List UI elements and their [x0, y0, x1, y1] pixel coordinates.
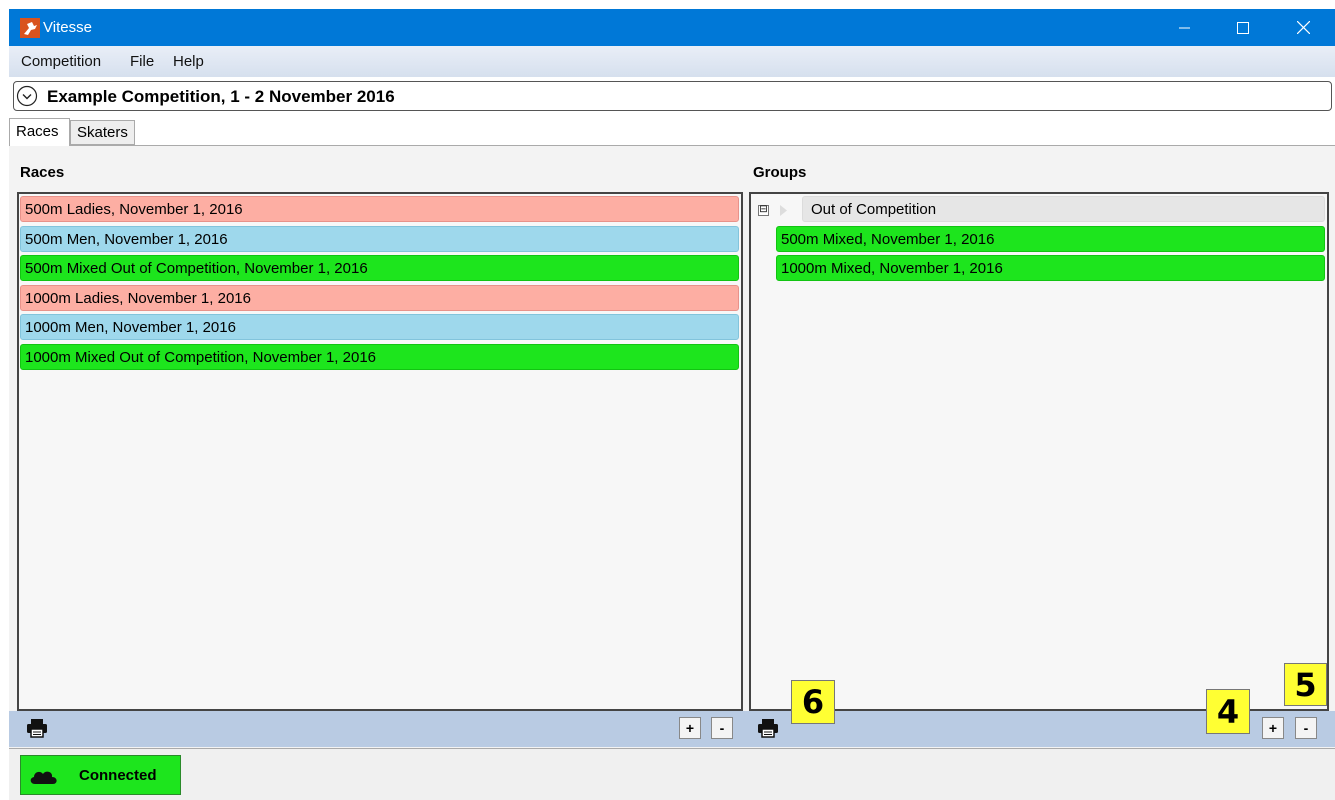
group-header[interactable]: Out of Competition — [802, 196, 1325, 222]
title-bar: Vitesse — [9, 9, 1335, 46]
connection-status[interactable]: Connected — [20, 755, 181, 795]
collapse-toggle[interactable]: ⊟ — [758, 205, 769, 216]
tab-races[interactable]: Races — [9, 118, 70, 146]
race-item[interactable]: 1000m Men, November 1, 2016 — [20, 314, 739, 340]
close-icon — [1296, 21, 1310, 34]
race-item[interactable]: 500m Mixed Out of Competition, November … — [20, 255, 739, 281]
callout-5: 5 — [1284, 663, 1327, 706]
cloud-icon — [30, 771, 57, 784]
group-race-label: 1000m Mixed, November 1, 2016 — [781, 260, 1003, 277]
competition-header[interactable]: Example Competition, 1 - 2 November 2016 — [13, 81, 1332, 111]
menu-competition[interactable]: Competition — [21, 53, 101, 70]
race-item-label: 1000m Men, November 1, 2016 — [25, 319, 236, 336]
bottom-toolbar: + - + - — [9, 711, 1335, 747]
groups-tree[interactable]: ⊟ Out of Competition 500m Mixed, Novembe… — [749, 192, 1329, 711]
race-item-label: 1000m Mixed Out of Competition, November… — [25, 349, 377, 366]
races-label: Races — [20, 164, 65, 181]
menu-file[interactable]: File — [130, 53, 154, 70]
group-race-item[interactable]: 500m Mixed, November 1, 2016 — [776, 226, 1325, 252]
race-item-label: 500m Ladies, November 1, 2016 — [25, 201, 243, 218]
printer-icon — [27, 719, 47, 738]
printer-icon — [758, 719, 778, 738]
add-race-button[interactable]: + — [679, 717, 701, 739]
menu-help[interactable]: Help — [173, 53, 204, 70]
tab-skaters-label: Skaters — [77, 124, 128, 141]
connection-status-label: Connected — [79, 767, 157, 784]
group-race-label: 500m Mixed, November 1, 2016 — [781, 231, 995, 248]
group-name: Out of Competition — [811, 201, 937, 218]
competition-title: Example Competition, 1 - 2 November 2016 — [47, 87, 395, 106]
menu-bar: Competition File Help — [9, 46, 1335, 77]
race-item[interactable]: 1000m Mixed Out of Competition, November… — [20, 344, 739, 370]
add-group-button[interactable]: + — [1262, 717, 1284, 739]
race-item-label: 1000m Ladies, November 1, 2016 — [25, 290, 251, 307]
races-list[interactable]: 500m Ladies, November 1, 2016 500m Men, … — [17, 192, 743, 711]
app-icon — [20, 18, 40, 38]
callout-6: 6 — [791, 680, 835, 724]
group-race-item[interactable]: 1000m Mixed, November 1, 2016 — [776, 255, 1325, 281]
race-item-label: 500m Mixed Out of Competition, November … — [25, 260, 368, 277]
groups-label: Groups — [753, 164, 807, 181]
race-item-label: 500m Men, November 1, 2016 — [25, 231, 228, 248]
status-bar: Connected — [9, 748, 1335, 800]
race-item[interactable]: 1000m Ladies, November 1, 2016 — [20, 285, 739, 311]
caret-right-icon — [780, 205, 787, 216]
print-races-button[interactable] — [24, 716, 50, 740]
minimize-icon — [1179, 27, 1190, 28]
close-button[interactable] — [1273, 9, 1333, 46]
window-title: Vitesse — [43, 19, 92, 36]
race-item[interactable]: 500m Ladies, November 1, 2016 — [20, 196, 739, 222]
minimize-button[interactable] — [1155, 9, 1215, 46]
maximize-icon — [1237, 21, 1249, 34]
maximize-button[interactable] — [1213, 9, 1273, 46]
tab-skaters[interactable]: Skaters — [70, 120, 135, 145]
race-item[interactable]: 500m Men, November 1, 2016 — [20, 226, 739, 252]
print-groups-button[interactable] — [755, 716, 781, 740]
main-content: Races Groups 500m Ladies, November 1, 20… — [9, 145, 1335, 748]
tab-races-label: Races — [16, 123, 59, 140]
chevron-down-icon[interactable] — [16, 85, 38, 107]
callout-4: 4 — [1206, 689, 1250, 734]
remove-group-button[interactable]: - — [1295, 717, 1317, 739]
remove-race-button[interactable]: - — [711, 717, 733, 739]
